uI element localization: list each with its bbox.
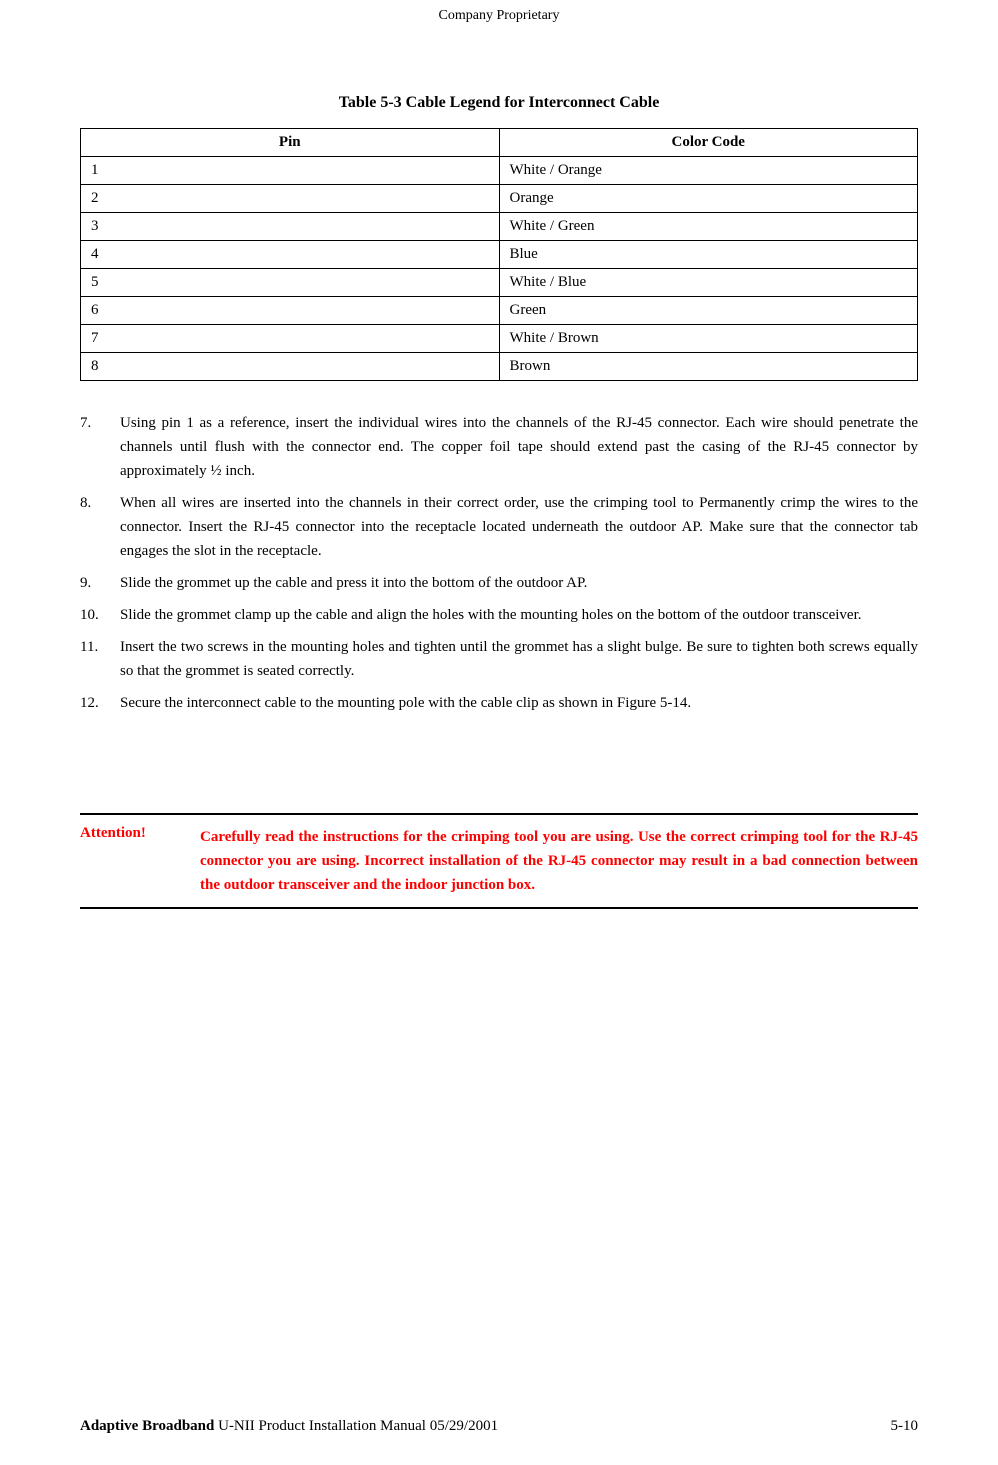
table-row: 7White / Brown bbox=[81, 325, 918, 353]
page-footer: Adaptive Broadband U-NII Product Install… bbox=[0, 1418, 998, 1435]
instruction-10: 10. Slide the grommet clamp up the cable… bbox=[80, 603, 918, 627]
page-header: Company Proprietary bbox=[0, 0, 998, 44]
table-row: 3White / Green bbox=[81, 213, 918, 241]
instructions-section: 7. Using pin 1 as a reference, insert th… bbox=[80, 411, 918, 715]
color-cell: White / Orange bbox=[499, 157, 918, 185]
table-row: 1White / Orange bbox=[81, 157, 918, 185]
color-cell: White / Green bbox=[499, 213, 918, 241]
instruction-8-number: 8. bbox=[80, 491, 120, 515]
table-row: 8Brown bbox=[81, 353, 918, 381]
pin-cell: 7 bbox=[81, 325, 500, 353]
instruction-12-number: 12. bbox=[80, 691, 120, 715]
instruction-12: 12. Secure the interconnect cable to the… bbox=[80, 691, 918, 715]
pin-cell: 3 bbox=[81, 213, 500, 241]
instruction-9: 9. Slide the grommet up the cable and pr… bbox=[80, 571, 918, 595]
col-pin: Pin bbox=[81, 129, 500, 157]
pin-cell: 2 bbox=[81, 185, 500, 213]
color-cell: Blue bbox=[499, 241, 918, 269]
instruction-11-text: Insert the two screws in the mounting ho… bbox=[120, 635, 918, 683]
table-title: Table 5-3 Cable Legend for Interconnect … bbox=[80, 94, 918, 112]
instruction-8-text: When all wires are inserted into the cha… bbox=[120, 491, 918, 563]
color-cell: White / Blue bbox=[499, 269, 918, 297]
col-color: Color Code bbox=[499, 129, 918, 157]
instruction-10-text: Slide the grommet clamp up the cable and… bbox=[120, 603, 918, 627]
instruction-7-text: Using pin 1 as a reference, insert the i… bbox=[120, 411, 918, 483]
footer-brand: Adaptive Broadband bbox=[80, 1418, 214, 1434]
color-cell: Green bbox=[499, 297, 918, 325]
header-title: Company Proprietary bbox=[439, 8, 560, 23]
color-cell: Brown bbox=[499, 353, 918, 381]
instruction-7-number: 7. bbox=[80, 411, 120, 435]
pin-cell: 8 bbox=[81, 353, 500, 381]
instruction-8: 8. When all wires are inserted into the … bbox=[80, 491, 918, 563]
table-row: 6Green bbox=[81, 297, 918, 325]
cable-legend-table: Pin Color Code 1White / Orange2Orange3Wh… bbox=[80, 128, 918, 381]
pin-cell: 4 bbox=[81, 241, 500, 269]
footer-manual: U-NII Product Installation Manual 05/29/… bbox=[218, 1418, 498, 1434]
table-row: 5White / Blue bbox=[81, 269, 918, 297]
instruction-9-text: Slide the grommet up the cable and press… bbox=[120, 571, 918, 595]
table-row: 4Blue bbox=[81, 241, 918, 269]
attention-text: Carefully read the instructions for the … bbox=[200, 825, 918, 897]
table-row: 2Orange bbox=[81, 185, 918, 213]
instruction-9-number: 9. bbox=[80, 571, 120, 595]
pin-cell: 6 bbox=[81, 297, 500, 325]
pin-cell: 5 bbox=[81, 269, 500, 297]
color-cell: White / Brown bbox=[499, 325, 918, 353]
pin-cell: 1 bbox=[81, 157, 500, 185]
instruction-11: 11. Insert the two screws in the mountin… bbox=[80, 635, 918, 683]
attention-label: Attention! bbox=[80, 825, 190, 842]
instruction-12-text: Secure the interconnect cable to the mou… bbox=[120, 691, 918, 715]
instruction-11-number: 11. bbox=[80, 635, 120, 659]
footer-brand-section: Adaptive Broadband U-NII Product Install… bbox=[80, 1418, 498, 1435]
color-cell: Orange bbox=[499, 185, 918, 213]
page-content: Table 5-3 Cable Legend for Interconnect … bbox=[0, 44, 998, 979]
table-header-row: Pin Color Code bbox=[81, 129, 918, 157]
footer-page-number: 5-10 bbox=[891, 1418, 919, 1435]
instruction-10-number: 10. bbox=[80, 603, 120, 627]
instruction-7: 7. Using pin 1 as a reference, insert th… bbox=[80, 411, 918, 483]
attention-box: Attention! Carefully read the instructio… bbox=[80, 813, 918, 909]
